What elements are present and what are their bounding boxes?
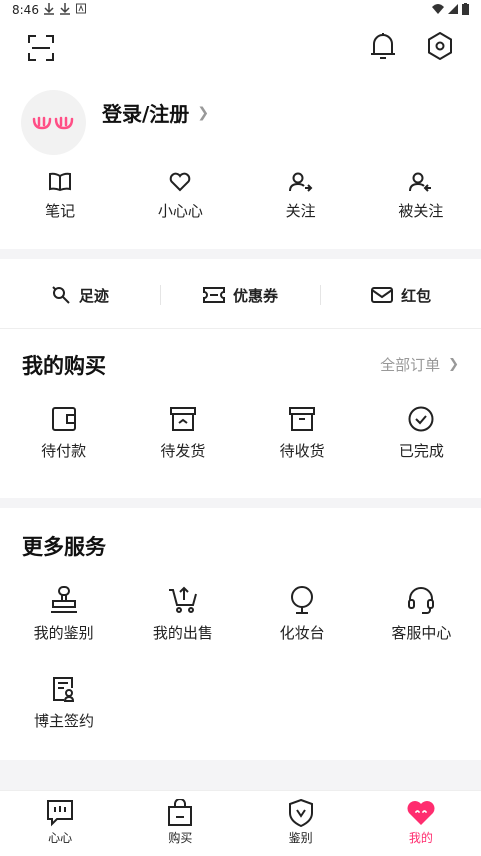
- download-icon: [44, 3, 54, 15]
- chevron-right-icon: ❯: [197, 104, 210, 121]
- stat-notes[interactable]: 笔记: [0, 172, 120, 232]
- stat-likes[interactable]: 小心心: [120, 172, 240, 232]
- bottom-tab-bar: 心心 购买 鉴别 我的: [0, 790, 481, 856]
- bag-icon: [168, 799, 193, 826]
- chevron-right-icon: ❯: [448, 357, 459, 372]
- blogger-contract-button[interactable]: 博主签约: [4, 676, 124, 731]
- services-row-1: 我的鉴别 我的出售 化妆台 客服中心: [0, 586, 481, 643]
- stat-followers[interactable]: 被关注: [361, 172, 481, 232]
- mirror-icon: [291, 586, 314, 614]
- login-register-link[interactable]: 登录/注册 ❯: [102, 98, 209, 127]
- purchase-status-label: 待收货: [279, 442, 325, 460]
- tab-mine[interactable]: 我的: [361, 791, 481, 856]
- purchase-status-row: 待付款 待发货 待收货 已完成: [0, 406, 481, 461]
- stat-following[interactable]: 关注: [241, 172, 361, 232]
- pending-receipt-button[interactable]: 待收货: [243, 406, 362, 461]
- scan-button[interactable]: [25, 32, 57, 64]
- wallet-icon: [51, 407, 76, 431]
- purchase-status-label: 已完成: [398, 442, 444, 460]
- footprint-link[interactable]: 足迹: [0, 285, 160, 306]
- all-orders-link[interactable]: 全部订单 ❯: [380, 354, 459, 375]
- purchases-title: 我的购买: [22, 354, 106, 378]
- stat-label: 关注: [285, 202, 316, 220]
- box-icon: [169, 407, 196, 431]
- section-divider: [0, 498, 481, 508]
- customer-service-button[interactable]: 客服中心: [362, 586, 481, 643]
- check-circle-icon: [408, 406, 434, 432]
- tab-label: 鉴别: [288, 831, 313, 845]
- status-time: 8:46: [12, 3, 39, 17]
- headset-icon: [408, 587, 435, 614]
- system-icons: [432, 3, 469, 15]
- contract-icon: [53, 677, 75, 702]
- scan-icon: [28, 35, 54, 61]
- cart-upload-icon: [168, 586, 197, 613]
- tab-heart-home[interactable]: 心心: [0, 791, 120, 856]
- battery-icon: [462, 3, 469, 15]
- app-notification-icon: [76, 3, 86, 14]
- stats-row: 笔记 小心心 关注 被关注: [0, 172, 481, 232]
- service-label: 客服中心: [391, 624, 452, 642]
- coupon-link[interactable]: 优惠券: [161, 285, 321, 306]
- heart-icon: [170, 172, 191, 192]
- gear-icon: [428, 32, 452, 60]
- service-label: 我的鉴别: [33, 624, 94, 642]
- shield-icon: [288, 799, 313, 827]
- purchase-status-label: 待发货: [160, 442, 206, 460]
- red-packet-link[interactable]: 红包: [321, 285, 481, 306]
- profile-header: 登录/注册 ❯: [0, 90, 481, 160]
- heart-face-icon: [407, 801, 435, 825]
- envelope-icon: [371, 287, 394, 303]
- download-icon: [60, 3, 70, 15]
- bell-icon: [371, 33, 395, 59]
- status-bar: 8:46: [0, 0, 481, 22]
- quick-link-label: 优惠券: [233, 286, 279, 305]
- footprint-icon: [52, 286, 70, 304]
- chat-icon: [47, 800, 74, 827]
- stat-label: 被关注: [398, 202, 444, 220]
- settings-button[interactable]: [424, 30, 456, 62]
- tab-buy[interactable]: 购买: [120, 791, 240, 856]
- login-label: 登录/注册: [102, 102, 190, 126]
- pending-shipment-button[interactable]: 待发货: [123, 406, 242, 461]
- purchase-status-label: 待付款: [41, 442, 87, 460]
- user-follow-icon: [288, 172, 313, 192]
- services-row-2: 博主签约: [0, 676, 481, 731]
- tab-authenticate[interactable]: 鉴别: [241, 791, 361, 856]
- quick-link-label: 足迹: [78, 286, 109, 305]
- box-receive-icon: [289, 407, 316, 431]
- tab-label: 心心: [48, 831, 73, 845]
- wifi-icon: [432, 4, 444, 14]
- services-title: 更多服务: [22, 535, 106, 559]
- stat-label: 笔记: [45, 202, 76, 220]
- completed-button[interactable]: 已完成: [362, 406, 481, 461]
- tab-label: 购买: [168, 831, 193, 845]
- service-label: 博主签约: [33, 712, 94, 730]
- user-followed-icon: [408, 172, 431, 192]
- my-sales-button[interactable]: 我的出售: [123, 586, 242, 643]
- service-label: 化妆台: [279, 624, 325, 642]
- stat-label: 小心心: [157, 202, 203, 220]
- avatar-logo-icon: [32, 116, 73, 129]
- all-orders-label: 全部订单: [380, 356, 441, 374]
- notification-icons: [44, 3, 86, 15]
- book-icon: [49, 172, 72, 192]
- coupon-icon: [203, 287, 225, 303]
- avatar[interactable]: [21, 90, 86, 155]
- my-authentication-button[interactable]: 我的鉴别: [4, 586, 123, 643]
- quick-links-row: 足迹 优惠券 红包: [0, 262, 481, 329]
- pending-payment-button[interactable]: 待付款: [4, 406, 123, 461]
- service-label: 我的出售: [152, 624, 213, 642]
- top-bar: [0, 28, 481, 68]
- notification-button[interactable]: [367, 30, 399, 62]
- vanity-button[interactable]: 化妆台: [243, 586, 362, 643]
- stamp-icon: [50, 586, 77, 613]
- tab-label: 我的: [408, 831, 433, 845]
- section-divider: [0, 760, 481, 790]
- section-divider: [0, 249, 481, 259]
- quick-link-label: 红包: [401, 286, 432, 305]
- signal-icon: [448, 4, 458, 14]
